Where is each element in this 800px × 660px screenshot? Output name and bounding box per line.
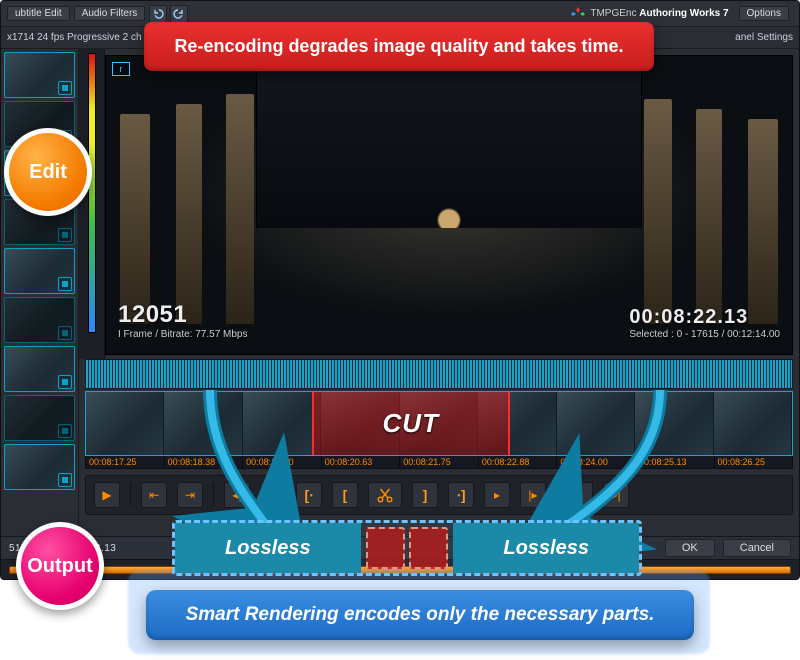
annotation-diagram: Lossless Lossless bbox=[172, 520, 642, 576]
set-out-button[interactable]: ] bbox=[412, 482, 438, 508]
play-button[interactable]: ▶ bbox=[94, 482, 120, 508]
annotation-edit-badge: Edit bbox=[4, 128, 92, 216]
annotation-blue-banner: Smart Rendering encodes only the necessa… bbox=[146, 590, 694, 640]
filmstrip[interactable]: CUT bbox=[85, 391, 793, 456]
set-out-to-button[interactable]: ⋅] bbox=[448, 482, 474, 508]
go-start-button[interactable]: ▸ bbox=[567, 482, 593, 508]
color-probe-icon[interactable]: r bbox=[112, 62, 130, 76]
timecode-ruler: 00:08:17.25 00:08:18.38 00:08:19.50 00:0… bbox=[85, 456, 793, 469]
selection-range: Selected : 0 - 17615 / 00:12:14.00 bbox=[629, 329, 780, 340]
annotation-output-badge: Output bbox=[16, 522, 104, 610]
app-window: ubtitle Edit Audio Filters TMPGEnc Autho… bbox=[0, 0, 800, 580]
step-fwd-button[interactable]: ▸ bbox=[484, 482, 510, 508]
clip-thumb[interactable] bbox=[4, 248, 75, 294]
clip-thumb[interactable] bbox=[4, 346, 75, 392]
transport-controls: ▶ ⇤ ⇥ ◂| ◂ [⋅ [ ] ⋅] ▸ bbox=[85, 475, 793, 515]
ok-button[interactable]: OK bbox=[665, 539, 715, 557]
cut-region-marker: CUT bbox=[312, 392, 510, 455]
step-fwd-keyframe-button[interactable]: |▸ bbox=[520, 482, 546, 508]
brand-name: TMPGEnc Authoring Works 7 bbox=[590, 8, 728, 19]
next-mark-button[interactable]: ⇥ bbox=[177, 482, 203, 508]
clip-thumb[interactable] bbox=[4, 297, 75, 343]
annotation-red-banner: Re-encoding degrades image quality and t… bbox=[144, 22, 654, 71]
go-end-button[interactable]: ▸| bbox=[603, 482, 629, 508]
media-specs: x1714 24 fps Progressive 2 ch bbox=[7, 32, 142, 43]
frame-info: I Frame / Bitrate: 77.57 Mbps bbox=[118, 329, 248, 340]
step-back-button[interactable]: ◂ bbox=[260, 482, 286, 508]
panel-settings-label[interactable]: anel Settings bbox=[735, 32, 793, 43]
audio-level-meter bbox=[79, 49, 105, 359]
audio-filters-button[interactable]: Audio Filters bbox=[74, 6, 146, 21]
subtitle-edit-button[interactable]: ubtitle Edit bbox=[7, 6, 70, 21]
redo-icon[interactable] bbox=[170, 5, 188, 23]
diagram-lossless-right: Lossless bbox=[453, 523, 639, 573]
audio-waveform[interactable] bbox=[85, 359, 793, 389]
scissors-icon bbox=[376, 486, 394, 504]
cut-button[interactable] bbox=[368, 482, 402, 508]
prev-mark-button[interactable]: ⇤ bbox=[141, 482, 167, 508]
step-back-keyframe-button[interactable]: ◂| bbox=[224, 482, 250, 508]
clip-thumb[interactable] bbox=[4, 52, 75, 98]
clip-thumb[interactable] bbox=[4, 444, 75, 490]
brand-icon bbox=[570, 6, 586, 22]
set-in-button[interactable]: [ bbox=[332, 482, 358, 508]
clip-bin[interactable] bbox=[1, 49, 79, 531]
options-button[interactable]: Options bbox=[739, 6, 789, 21]
cancel-button[interactable]: Cancel bbox=[723, 539, 791, 557]
diagram-lossless-left: Lossless bbox=[175, 523, 361, 573]
video-preview[interactable]: r 12051 I Frame / Bitrate: 77.57 Mbps 00… bbox=[105, 55, 793, 355]
brand-logo: TMPGEnc Authoring Works 7 bbox=[570, 6, 728, 22]
frame-timecode: 00:08:22.13 bbox=[629, 306, 780, 329]
timeline[interactable]: CUT 00:08:17.25 00:08:18.38 00:08:19.50 … bbox=[85, 391, 793, 469]
set-in-to-button[interactable]: [⋅ bbox=[296, 482, 322, 508]
clip-thumb[interactable] bbox=[4, 395, 75, 441]
diagram-reencoded-middle bbox=[361, 523, 454, 573]
frame-number: 12051 bbox=[118, 301, 248, 329]
undo-icon[interactable] bbox=[149, 5, 167, 23]
